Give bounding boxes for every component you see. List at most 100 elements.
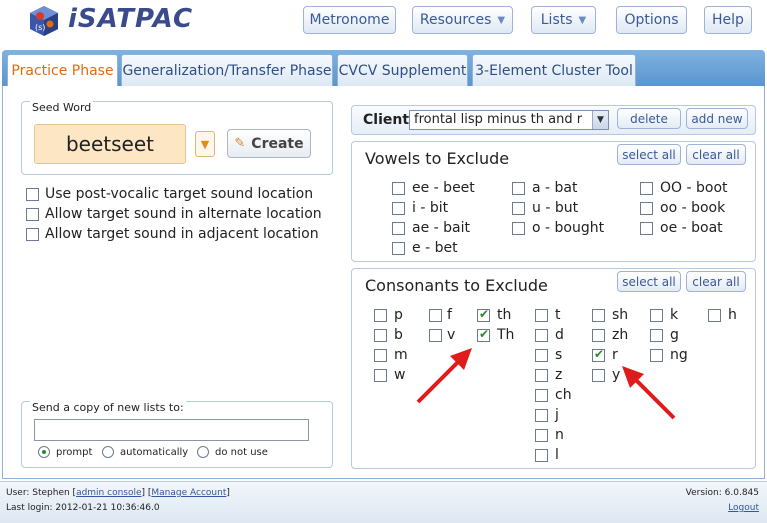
consonant-checkbox[interactable] — [374, 349, 387, 362]
tab-cvcv-supplement[interactable]: CVCV Supplement — [337, 54, 468, 86]
tab-3-element-cluster-tool[interactable]: 3-Element Cluster Tool — [472, 54, 636, 86]
vowel-checkbox[interactable] — [640, 222, 653, 235]
consonant-label: g — [670, 327, 679, 343]
dropdown-arrow-icon: ▼ — [578, 14, 587, 26]
consonant-checkbox[interactable] — [535, 349, 548, 362]
consonant-checkbox-r[interactable] — [592, 347, 605, 362]
consonant-checkbox[interactable] — [535, 329, 548, 342]
consonant-checkbox[interactable] — [429, 309, 442, 322]
consonant-checkbox[interactable] — [592, 329, 605, 342]
adjacent-location-checkbox[interactable] — [26, 228, 39, 241]
consonant-checkbox[interactable] — [708, 309, 721, 322]
vowel-checkbox[interactable] — [392, 182, 405, 195]
tab-generalization-transfer-phase[interactable]: Generalization/Transfer Phase — [121, 54, 333, 86]
seed-word-dropdown-button[interactable]: ▼ — [195, 131, 215, 157]
vowels-select-all-button[interactable]: select all — [617, 144, 681, 165]
consonant-label: k — [670, 307, 679, 323]
do-not-use-radio[interactable] — [197, 446, 209, 458]
consonant-checkbox[interactable] — [650, 329, 663, 342]
send-copy-email-input[interactable] — [34, 419, 309, 441]
consonant-checkbox[interactable] — [592, 369, 605, 382]
vowels-title: Vowels to Exclude — [365, 149, 510, 168]
consonant-checkbox[interactable] — [592, 309, 605, 322]
consonant-checkbox[interactable] — [535, 409, 548, 422]
pencil-icon: ✎ — [234, 136, 246, 151]
consonant-checkbox[interactable] — [650, 309, 663, 322]
vowels-clear-all-button[interactable]: clear all — [686, 144, 746, 165]
radio-label: do not use — [215, 447, 268, 458]
alternate-location-checkbox[interactable] — [26, 208, 39, 221]
vowel-checkbox[interactable] — [392, 222, 405, 235]
post-vocalic-checkbox[interactable] — [26, 188, 39, 201]
isatpac-logo-icon: (s) — [30, 6, 58, 36]
app-logo-text: iSATPAC — [68, 4, 194, 34]
consonants-clear-all-button[interactable]: clear all — [686, 271, 746, 292]
consonant-label: th — [497, 307, 512, 323]
consonant-label: z — [555, 367, 563, 383]
consonant-checkbox-th[interactable] — [477, 307, 490, 322]
consonant-checkbox[interactable] — [374, 369, 387, 382]
add-new-client-button[interactable]: add new — [686, 108, 748, 129]
vowel-label: a - bat — [532, 180, 578, 196]
consonant-checkbox[interactable] — [535, 429, 548, 442]
tab-practice-phase[interactable]: Practice Phase — [7, 54, 118, 87]
option-label: Allow target sound in alternate location — [45, 206, 322, 222]
vowel-checkbox[interactable] — [392, 242, 405, 255]
consonant-label: s — [555, 347, 563, 363]
vowel-checkbox[interactable] — [512, 202, 525, 215]
lists-menu-button[interactable]: Lists ▼ — [531, 6, 596, 34]
version-label: Version: 6.0.845 — [685, 488, 759, 498]
consonant-checkbox[interactable] — [374, 329, 387, 342]
vowel-label: o - bought — [532, 220, 605, 236]
help-button[interactable]: Help — [704, 6, 752, 34]
last-login: Last login: 2012-01-21 10:36:46.0 — [6, 503, 160, 513]
vowel-checkbox[interactable] — [392, 202, 405, 215]
client-select[interactable]: frontal lisp minus th and r ▼ — [409, 110, 609, 130]
options-button[interactable]: Options — [616, 6, 687, 34]
vowel-checkbox[interactable] — [640, 202, 653, 215]
vowel-checkbox[interactable] — [512, 222, 525, 235]
vowel-label: oe - boat — [660, 220, 723, 236]
consonant-label: m — [394, 347, 408, 363]
prompt-radio[interactable] — [38, 446, 50, 458]
create-button[interactable]: ✎ Create — [227, 129, 311, 158]
consonant-label: n — [555, 427, 564, 443]
option-label: Use post-vocalic target sound location — [45, 186, 314, 202]
consonant-checkbox[interactable] — [535, 389, 548, 402]
vowel-label: ee - beet — [412, 180, 475, 196]
consonant-label: f — [447, 307, 452, 323]
seed-word-display[interactable]: beetseet — [34, 124, 186, 164]
consonant-label: sh — [612, 307, 629, 323]
vowel-checkbox[interactable] — [512, 182, 525, 195]
consonant-checkbox[interactable] — [535, 449, 548, 462]
consonant-checkbox[interactable] — [535, 369, 548, 382]
option-label: Allow target sound in adjacent location — [45, 226, 319, 242]
automatically-radio[interactable] — [102, 446, 114, 458]
consonant-label: d — [555, 327, 564, 343]
consonant-label: h — [728, 307, 737, 323]
consonant-label: ch — [555, 387, 572, 403]
consonant-label: w — [394, 367, 406, 383]
consonant-checkbox[interactable] — [535, 309, 548, 322]
manage-account-link[interactable]: Manage Account — [151, 488, 226, 498]
vowel-label: ae - bait — [412, 220, 470, 236]
radio-label: prompt — [56, 447, 93, 458]
vowel-label: i - bit — [412, 200, 449, 216]
vowel-checkbox[interactable] — [640, 182, 653, 195]
footer: User: Stephen [admin console] [Manage Ac… — [0, 481, 767, 523]
delete-client-button[interactable]: delete — [617, 108, 681, 129]
vowel-label: e - bet — [412, 240, 458, 256]
dropdown-arrow-icon: ▼ — [497, 14, 506, 26]
logout-link[interactable]: Logout — [728, 503, 759, 513]
consonant-checkbox[interactable] — [374, 309, 387, 322]
consonant-label: Th — [497, 327, 515, 343]
metronome-button[interactable]: Metronome — [303, 6, 396, 34]
consonants-select-all-button[interactable]: select all — [617, 271, 681, 292]
admin-console-link[interactable]: admin console — [76, 488, 141, 498]
seed-word-legend: Seed Word — [30, 101, 94, 114]
vowel-label: OO - boot — [660, 180, 728, 196]
send-copy-legend: Send a copy of new lists to: — [30, 401, 186, 414]
resources-menu-button[interactable]: Resources ▼ — [412, 6, 513, 34]
consonant-label: j — [555, 407, 559, 423]
app-header: (s) iSATPAC Metronome Resources ▼ Lists ▼ … — [0, 0, 767, 42]
